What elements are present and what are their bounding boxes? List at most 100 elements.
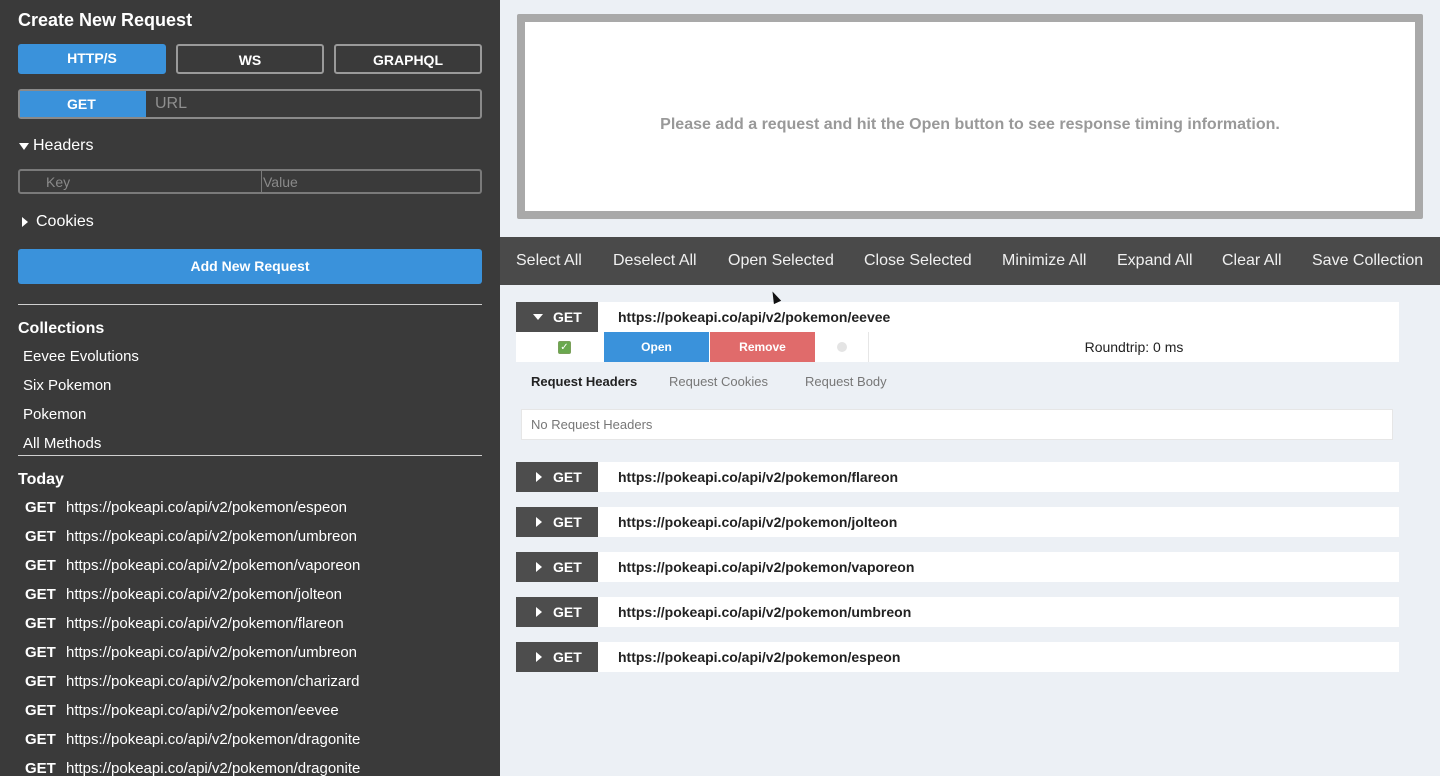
request-method: GET — [553, 469, 582, 485]
request-row[interactable]: GET https://pokeapi.co/api/v2/pokemon/ee… — [516, 302, 1399, 332]
select-checkbox[interactable]: ✓ — [558, 341, 571, 354]
caret-right-icon — [536, 472, 542, 482]
protocol-ws-button[interactable]: WS — [176, 44, 324, 74]
request-url: https://pokeapi.co/api/v2/pokemon/eevee — [618, 309, 891, 325]
divider — [18, 455, 482, 456]
timing-message: Please add a request and hit the Open bu… — [660, 116, 1280, 133]
history-method: GET — [25, 760, 56, 776]
protocol-graphql-button[interactable]: GRAPHQL — [334, 44, 482, 74]
select-all-button[interactable]: Select All — [516, 237, 582, 285]
history-url: https://pokeapi.co/api/v2/pokemon/chariz… — [66, 673, 360, 690]
request-method: GET — [553, 514, 582, 530]
history-item[interactable]: GET https://pokeapi.co/api/v2/pokemon/fla… — [25, 615, 344, 632]
history-item[interactable]: GET https://pokeapi.co/api/v2/pokemon/jol… — [25, 586, 342, 603]
request-url: https://pokeapi.co/api/v2/pokemon/umbreo… — [618, 604, 912, 620]
headers-toggle[interactable]: Headers — [19, 137, 93, 155]
history-url: https://pokeapi.co/api/v2/pokemon/umbreo… — [66, 644, 358, 661]
add-new-request-button[interactable]: Add New Request — [18, 249, 482, 284]
history-url: https://pokeapi.co/api/v2/pokemon/jolteo… — [66, 586, 343, 603]
request-url: https://pokeapi.co/api/v2/pokemon/vapore… — [618, 559, 915, 575]
open-selected-button[interactable]: Open Selected — [728, 237, 834, 285]
history-method: GET — [25, 557, 56, 574]
request-url: https://pokeapi.co/api/v2/pokemon/espeon — [618, 649, 901, 665]
request-controls: ✓ Open Remove Roundtrip: 0 ms — [516, 332, 1399, 362]
caret-right-icon — [22, 217, 28, 227]
expand-all-button[interactable]: Expand All — [1117, 237, 1193, 285]
history-method: GET — [25, 586, 56, 603]
caret-down-icon — [533, 314, 543, 320]
open-button[interactable]: Open — [604, 332, 709, 362]
history-item[interactable]: GET https://pokeapi.co/api/v2/pokemon/vap… — [25, 557, 360, 574]
divider — [18, 304, 482, 305]
request-row[interactable]: GET https://pokeapi.co/api/v2/pokemon/um… — [516, 597, 1399, 627]
history-item[interactable]: GET https://pokeapi.co/api/v2/pokemon/cha… — [25, 673, 360, 690]
history-method: GET — [25, 702, 56, 719]
request-method: GET — [553, 309, 582, 325]
request-method-toggle[interactable]: GET — [516, 642, 598, 672]
history-method: GET — [25, 731, 56, 748]
request-row[interactable]: GET https://pokeapi.co/api/v2/pokemon/es… — [516, 642, 1399, 672]
history-item[interactable]: GET https://pokeapi.co/api/v2/pokemon/umb… — [25, 528, 357, 545]
history-method: GET — [25, 615, 56, 632]
history-url: https://pokeapi.co/api/v2/pokemon/espeon — [66, 499, 348, 516]
tab-request-body[interactable]: Request Body — [805, 374, 887, 389]
status-dot-icon — [837, 342, 847, 352]
url-input[interactable] — [148, 91, 480, 117]
protocol-http-button[interactable]: HTTP/S — [18, 44, 166, 74]
toolbar: Select All Deselect All Open Selected Cl… — [500, 237, 1440, 285]
request-method: GET — [553, 559, 582, 575]
save-collection-button[interactable]: Save Collection — [1312, 237, 1423, 285]
history-url: https://pokeapi.co/api/v2/pokemon/flareo… — [66, 615, 344, 632]
method-select[interactable]: GET — [20, 91, 146, 117]
create-request-title: Create New Request — [18, 10, 193, 30]
history-url: https://pokeapi.co/api/v2/pokemon/eevee — [66, 702, 339, 719]
request-row[interactable]: GET https://pokeapi.co/api/v2/pokemon/va… — [516, 552, 1399, 582]
today-heading: Today — [18, 471, 64, 488]
request-method-toggle[interactable]: GET — [516, 302, 598, 332]
header-key-value-row — [18, 169, 482, 194]
tab-request-headers[interactable]: Request Headers — [531, 374, 637, 389]
history-item[interactable]: GET https://pokeapi.co/api/v2/pokemon/umb… — [25, 644, 357, 661]
caret-down-icon — [19, 142, 29, 150]
sidebar: Create New Request HTTP/S WS GRAPHQL GET… — [0, 0, 500, 776]
history-item[interactable]: GET https://pokeapi.co/api/v2/pokemon/dra… — [25, 760, 360, 776]
history-method: GET — [25, 528, 56, 545]
history-item[interactable]: GET https://pokeapi.co/api/v2/pokemon/eev… — [25, 702, 339, 719]
caret-right-icon — [536, 517, 542, 527]
request-row[interactable]: GET https://pokeapi.co/api/v2/pokemon/jo… — [516, 507, 1399, 537]
collection-item[interactable]: Six Pokemon — [23, 377, 111, 394]
minimize-all-button[interactable]: Minimize All — [1002, 237, 1086, 285]
clear-all-button[interactable]: Clear All — [1222, 237, 1282, 285]
header-key-input[interactable] — [20, 171, 262, 192]
method-url-group: GET — [18, 89, 482, 119]
history-url: https://pokeapi.co/api/v2/pokemon/umbreo… — [66, 528, 358, 545]
close-selected-button[interactable]: Close Selected — [864, 237, 972, 285]
history-item[interactable]: GET https://pokeapi.co/api/v2/pokemon/dra… — [25, 731, 360, 748]
request-row[interactable]: GET https://pokeapi.co/api/v2/pokemon/fl… — [516, 462, 1399, 492]
history-method: GET — [25, 644, 56, 661]
history-item[interactable]: GET https://pokeapi.co/api/v2/pokemon/esp… — [25, 499, 347, 516]
history-method: GET — [25, 499, 56, 516]
caret-right-icon — [536, 607, 542, 617]
request-method-toggle[interactable]: GET — [516, 552, 598, 582]
request-method-toggle[interactable]: GET — [516, 462, 598, 492]
header-value-input[interactable] — [263, 171, 480, 192]
request-method: GET — [553, 604, 582, 620]
history-url: https://pokeapi.co/api/v2/pokemon/vapore… — [66, 557, 361, 574]
deselect-all-button[interactable]: Deselect All — [613, 237, 697, 285]
cookies-toggle[interactable]: Cookies — [19, 213, 94, 231]
caret-right-icon — [536, 562, 542, 572]
no-request-headers: No Request Headers — [521, 409, 1393, 440]
collection-item[interactable]: Pokemon — [23, 406, 86, 423]
collections-heading: Collections — [18, 320, 105, 337]
tab-request-cookies[interactable]: Request Cookies — [669, 374, 768, 389]
request-method: GET — [553, 649, 582, 665]
remove-button[interactable]: Remove — [710, 332, 815, 362]
collection-item[interactable]: Eevee Evolutions — [23, 348, 139, 365]
collection-item[interactable]: All Methods — [23, 435, 101, 452]
request-url: https://pokeapi.co/api/v2/pokemon/jolteo… — [618, 514, 898, 530]
request-method-toggle[interactable]: GET — [516, 597, 598, 627]
request-method-toggle[interactable]: GET — [516, 507, 598, 537]
history-url: https://pokeapi.co/api/v2/pokemon/dragon… — [66, 731, 361, 748]
request-url: https://pokeapi.co/api/v2/pokemon/flareo… — [618, 469, 899, 485]
